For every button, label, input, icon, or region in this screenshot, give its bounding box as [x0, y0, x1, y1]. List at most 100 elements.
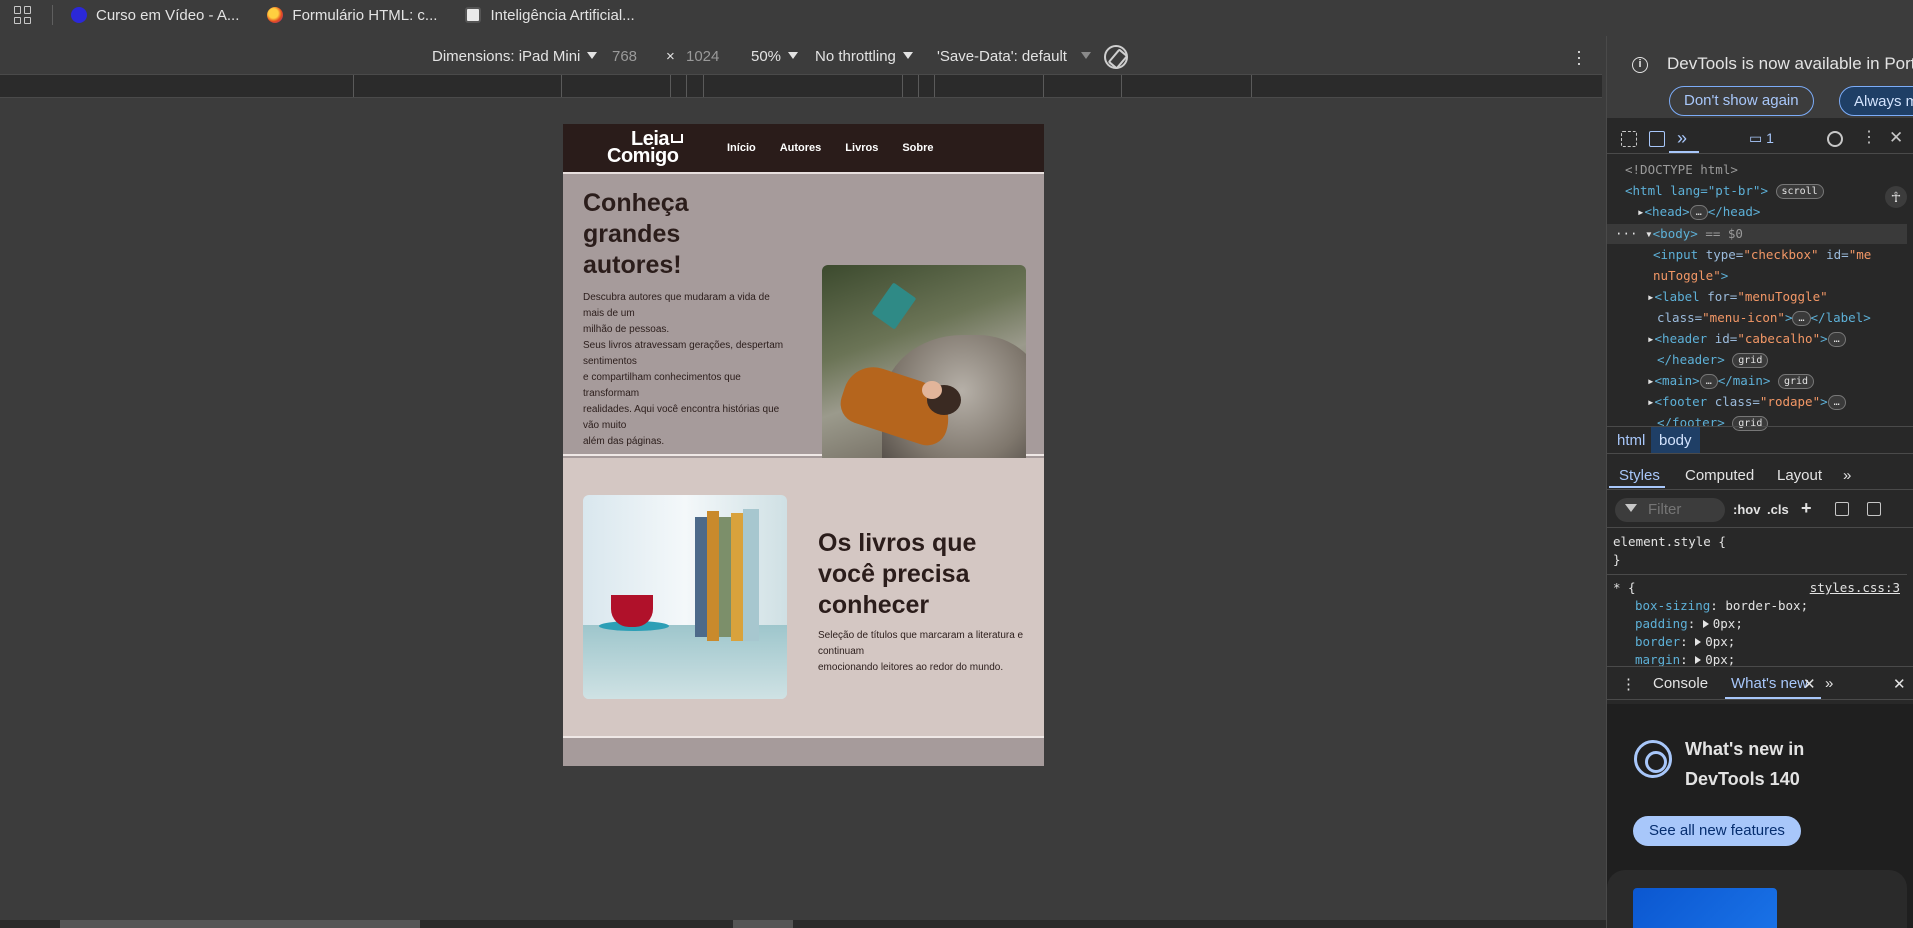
scrollbar-thumb: [60, 920, 420, 928]
devtools-toolbar: » ▭ 1 ⋮ ✕: [1607, 124, 1913, 154]
infobar-text: DevTools is now available in Portug: [1667, 54, 1913, 73]
bookmark-curso-em-video[interactable]: Curso em Vídeo - A...: [71, 7, 239, 24]
inspect-element-icon[interactable]: [1621, 131, 1637, 147]
see-all-features-button[interactable]: See all new features: [1633, 816, 1801, 846]
throttling-dropdown[interactable]: No throttling: [815, 48, 913, 65]
css-declaration[interactable]: padding: 0px;: [1635, 616, 1743, 631]
feature-card[interactable]: [1607, 870, 1907, 928]
rotate-icon[interactable]: [1104, 45, 1128, 69]
zoom-label: 50%: [751, 48, 782, 65]
device-viewport: Leia Comigo Início Autores Livros Sobre …: [563, 124, 1044, 766]
logo-line2: Comigo: [607, 145, 679, 167]
bookmark-formulario-html[interactable]: Formulário HTML: c...: [267, 7, 437, 24]
dimensions-dropdown[interactable]: Dimensions: iPad Mini: [432, 48, 598, 65]
more-options-icon[interactable]: ⋮: [1861, 130, 1877, 147]
nav-autores[interactable]: Autores: [780, 142, 822, 154]
active-tab-underline: [1725, 697, 1821, 699]
stylesheet-link[interactable]: styles.css:3: [1810, 580, 1900, 595]
close-icon[interactable]: ✕: [1889, 129, 1905, 147]
accessibility-icon[interactable]: ☥: [1885, 186, 1907, 208]
elements-tree: <!DOCTYPE html> <html lang="pt-br"> scro…: [1607, 158, 1913, 431]
height-input[interactable]: 1024: [686, 48, 719, 65]
nav-inicio[interactable]: Início: [727, 142, 756, 154]
tab-layout[interactable]: Layout: [1777, 467, 1822, 484]
more-tabs-icon[interactable]: »: [1677, 129, 1693, 147]
cls-toggle[interactable]: .cls: [1767, 502, 1789, 517]
more-tabs-icon[interactable]: »: [1825, 675, 1833, 692]
grid-badge[interactable]: grid: [1777, 374, 1815, 389]
hero-section: Conheça grandes autores! Descubra autore…: [563, 176, 1044, 469]
bookmarks-bar: Curso em Vídeo - A... Formulário HTML: c…: [0, 0, 1913, 30]
tab-computed[interactable]: Computed: [1685, 467, 1754, 484]
label-node[interactable]: ▸<label for="menuToggle": [1647, 289, 1828, 304]
scroll-badge[interactable]: scroll: [1775, 184, 1824, 199]
books-text-line: Seleção de títulos que marcaram a litera…: [818, 630, 1024, 657]
sidebar-toggle-icon[interactable]: [1867, 502, 1881, 516]
width-input[interactable]: 768: [612, 48, 637, 65]
close-tab-icon[interactable]: ✕: [1803, 675, 1816, 693]
next-section: [563, 740, 1044, 766]
element-style-rule[interactable]: element.style {: [1613, 534, 1726, 549]
issues-counter[interactable]: ▭ 1: [1749, 130, 1774, 147]
drawer-menu-icon[interactable]: ⋮: [1621, 675, 1636, 693]
css-declaration[interactable]: border: 0px;: [1635, 634, 1735, 649]
hero-text: Descubra autores que mudaram a vida de m…: [583, 290, 788, 450]
feature-thumbnail: [1633, 888, 1777, 928]
rule-divider: [1607, 574, 1907, 575]
gear-icon[interactable]: [1827, 131, 1843, 147]
chevron-down-icon: [1080, 52, 1091, 59]
device-toggle-icon[interactable]: [1649, 131, 1665, 147]
hov-toggle[interactable]: :hov: [1733, 502, 1760, 517]
doctype-node[interactable]: <!DOCTYPE html>: [1625, 162, 1738, 177]
breadcrumb-html[interactable]: html: [1617, 432, 1645, 449]
nav-sobre[interactable]: Sobre: [902, 142, 933, 154]
nav-livros[interactable]: Livros: [845, 142, 878, 154]
apps-grid-icon[interactable]: [14, 6, 32, 24]
add-rule-icon[interactable]: +: [1801, 498, 1812, 519]
footer-node[interactable]: ▸<footer class="rodape">…: [1647, 394, 1846, 410]
more-tabs-icon[interactable]: »: [1843, 467, 1851, 484]
tab-styles[interactable]: Styles: [1619, 467, 1660, 484]
body-tag: <body>: [1652, 226, 1698, 241]
books-text: Seleção de títulos que marcaram a litera…: [818, 628, 1028, 676]
html-node[interactable]: <html lang="pt-br"> scroll: [1625, 183, 1824, 199]
active-tab-underline: [1669, 151, 1699, 153]
dimensions-label: Dimensions: iPad Mini: [432, 48, 581, 65]
hero-text-line: milhão de pessoas.: [583, 324, 670, 335]
body-node[interactable]: ··· ▾<body> == $0: [1615, 226, 1743, 241]
media-query-ruler[interactable]: [0, 74, 1602, 98]
more-options-icon[interactable]: · · ·: [1576, 42, 1582, 72]
tab-console[interactable]: Console: [1653, 675, 1708, 692]
language-infobar: i DevTools is now available in Portug Do…: [1607, 36, 1913, 118]
zoom-dropdown[interactable]: 50%: [751, 48, 799, 65]
input-node[interactable]: <input type="checkbox" id="me: [1653, 247, 1871, 262]
tab-whats-new[interactable]: What's new: [1731, 675, 1808, 692]
bookmark-label: Formulário HTML: c...: [292, 6, 438, 24]
always-match-button[interactable]: Always ma: [1839, 86, 1913, 116]
chrome-logo-icon: [1634, 740, 1672, 778]
site-nav: Início Autores Livros Sobre: [727, 142, 958, 154]
grid-badge[interactable]: grid: [1732, 353, 1769, 368]
close-drawer-icon[interactable]: ✕: [1893, 675, 1906, 693]
save-data-dropdown[interactable]: 'Save-Data': default: [937, 48, 1091, 65]
bookmark-inteligencia-artificial[interactable]: Inteligência Artificial...: [465, 7, 635, 24]
dont-show-again-button[interactable]: Don't show again: [1669, 86, 1814, 116]
html-tag: <html lang="pt-br">: [1625, 183, 1768, 198]
breadcrumb-body[interactable]: body: [1651, 427, 1700, 453]
css-declaration[interactable]: margin: 0px;: [1635, 652, 1735, 667]
main-node[interactable]: ▸<main>… </main> grid: [1647, 373, 1815, 389]
drawer-tabbar: ⋮ Console What's new ✕ » ✕: [1607, 666, 1913, 700]
active-tab-underline: [1609, 486, 1665, 488]
chevron-down-icon: [788, 52, 799, 59]
header-node[interactable]: ▸<header id="cabecalho">…: [1647, 331, 1846, 347]
books-and-cup-photo: [583, 495, 787, 699]
whats-new-title: What's new in DevTools 140: [1685, 739, 1805, 789]
css-declaration[interactable]: box-sizing: border-box;: [1635, 598, 1808, 613]
lock-icon: [465, 7, 482, 23]
head-node[interactable]: ▸<head>… </head>: [1637, 204, 1760, 220]
hero-text-line: Descubra autores que mudaram a vida de m…: [583, 292, 770, 319]
horizontal-scrollbar[interactable]: [0, 920, 1606, 928]
site-logo[interactable]: Leia Comigo: [607, 129, 691, 167]
paint-icon[interactable]: [1835, 502, 1849, 516]
universal-selector[interactable]: * {: [1613, 580, 1636, 595]
